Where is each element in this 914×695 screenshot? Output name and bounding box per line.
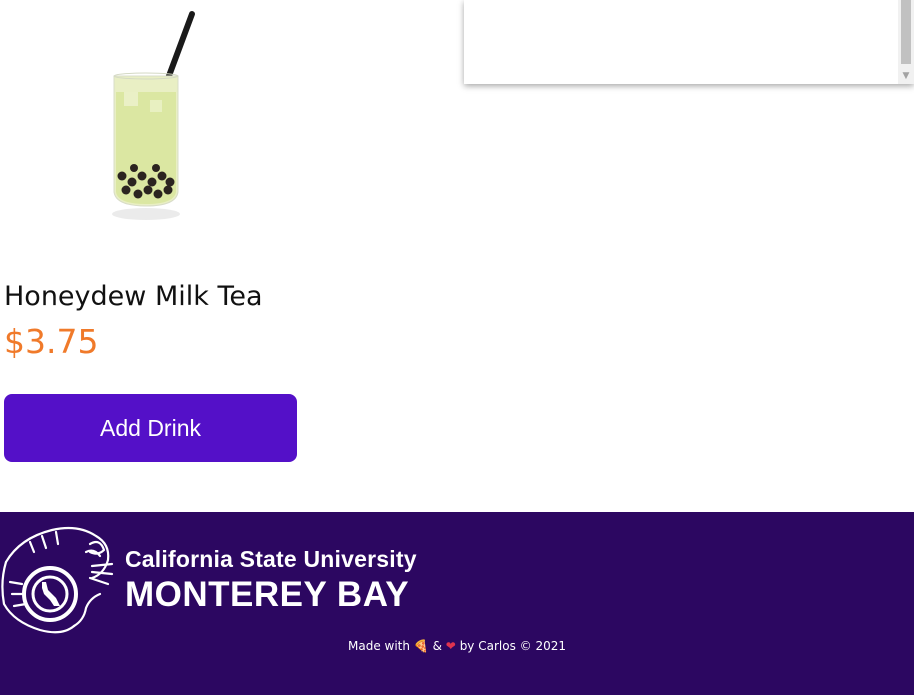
- scroll-down-arrow-icon[interactable]: ▼: [898, 70, 914, 82]
- popup-scrollbar[interactable]: ▼: [898, 0, 914, 84]
- university-name-line2: MONTEREY BAY: [125, 575, 410, 614]
- credits-made-with: Made with: [348, 639, 410, 653]
- credits-and: &: [432, 639, 442, 653]
- product-name: Honeydew Milk Tea: [4, 281, 263, 312]
- add-drink-button[interactable]: Add Drink: [4, 394, 297, 462]
- footer-credits: Made with 🍕 & ❤ by Carlos © 2021: [0, 639, 914, 653]
- popup-panel: ▼: [464, 0, 914, 84]
- product-price: $3.75: [4, 322, 99, 361]
- page: ▼ Honeydew Milk Tea $3.75 Add Drink Cali…: [0, 0, 914, 695]
- credits-by-line: by Carlos © 2021: [459, 639, 566, 653]
- heart-icon: ❤: [445, 639, 456, 653]
- milk-tea-image: [112, 11, 195, 220]
- pizza-icon: 🍕: [413, 639, 429, 653]
- footer: California State University MONTEREY BAY…: [0, 512, 914, 695]
- university-name-line1: California State University: [125, 546, 417, 572]
- popup-scroll-thumb[interactable]: [901, 0, 911, 64]
- csumb-otter-logo-icon[interactable]: [0, 522, 120, 637]
